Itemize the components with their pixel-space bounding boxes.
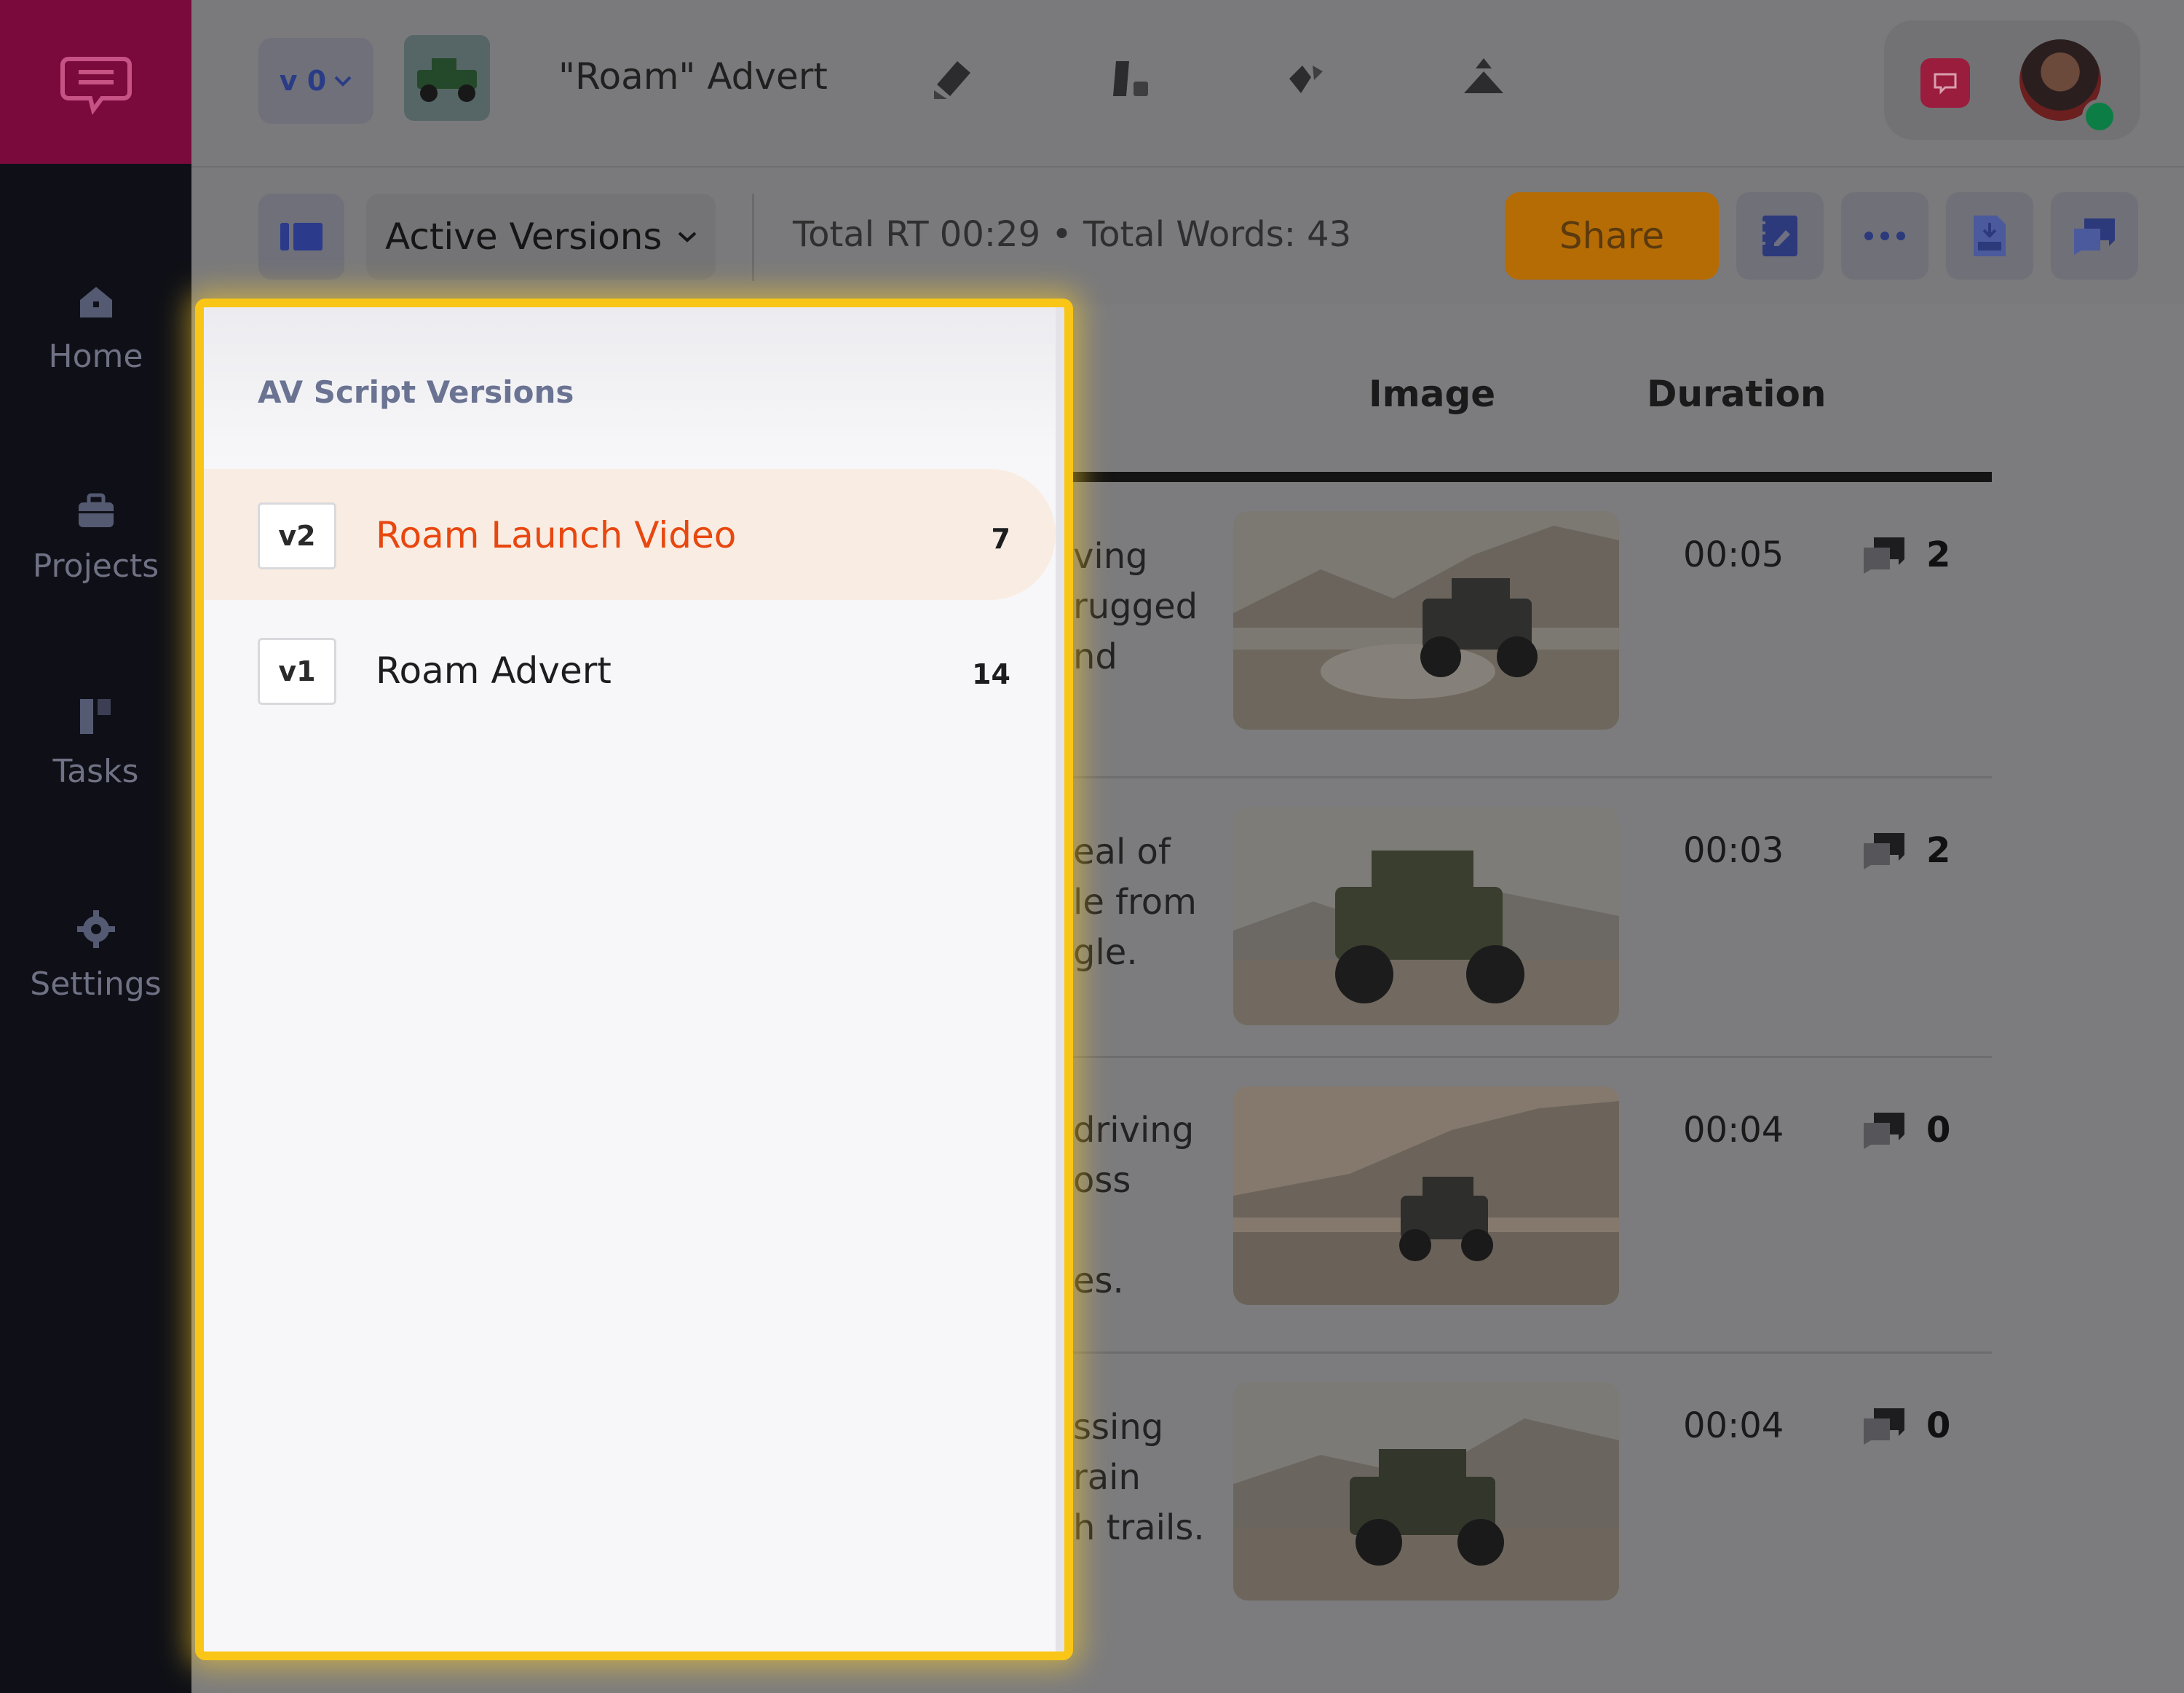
sidebar-item-label: Settings [30, 966, 162, 1003]
comment-count: 0 [1926, 1405, 1951, 1446]
sidebar-panel-icon [280, 223, 323, 250]
sidebar-item-label: Projects [32, 548, 159, 585]
truck-storyboard-image [1233, 1382, 1619, 1601]
comments-icon [1864, 833, 1904, 869]
triangle-icon[interactable] [1457, 51, 1511, 105]
row-duration: 00:03 [1683, 830, 1784, 871]
toolbar-divider [752, 194, 754, 281]
version-selector-button[interactable]: v 0 [258, 38, 373, 124]
truck-storyboard-image [1233, 1086, 1619, 1305]
active-versions-dropdown[interactable]: Active Versions [366, 194, 716, 280]
online-status-indicator [2082, 99, 2117, 134]
version-count: 14 [972, 658, 1010, 690]
column-header-duration: Duration [1647, 373, 1827, 415]
sidebar-item-home[interactable]: Home [0, 280, 191, 375]
column-header-image: Image [1369, 373, 1496, 415]
notebook-edit-icon [1760, 216, 1797, 256]
version-name: Roam Advert [376, 650, 612, 692]
more-options-button[interactable] [1841, 192, 1928, 280]
gear-icon [76, 910, 115, 948]
row-duration: 00:04 [1683, 1110, 1784, 1151]
truck-storyboard-image [1233, 807, 1619, 1025]
shapes-icon[interactable] [1104, 51, 1158, 105]
comments-button[interactable] [2051, 192, 2138, 280]
versions-panel-toggle[interactable] [258, 194, 344, 280]
table-header-rule [1070, 472, 1992, 482]
storyboard-image[interactable] [1233, 1086, 1619, 1305]
row-divider [1070, 776, 1992, 778]
export-pdf-button[interactable] [1946, 192, 2033, 280]
document-title: "Roam" Advert [558, 55, 828, 98]
comments-icon [1864, 1408, 1904, 1445]
row-narration-text: ssing rain h trails. [1073, 1407, 1205, 1548]
comment-count: 2 [1926, 830, 1951, 871]
tasks-icon [79, 699, 111, 734]
home-icon [79, 287, 112, 317]
version-badge: v2 [258, 502, 336, 569]
row-duration: 00:05 [1683, 534, 1784, 575]
row-comments[interactable]: 2 [1861, 534, 1950, 575]
row-duration: 00:04 [1683, 1405, 1784, 1446]
diamond-icon[interactable] [1281, 51, 1334, 105]
pen-icon[interactable] [927, 51, 981, 105]
version-item-v2[interactable]: v2 Roam Launch Video 7 [204, 469, 1056, 600]
share-button[interactable]: Share [1505, 192, 1719, 280]
panel-scrollbar[interactable] [1056, 307, 1064, 1651]
truck-thumbnail-image [404, 35, 490, 121]
sidebar-item-label: Home [48, 338, 143, 375]
chat-button[interactable] [1920, 58, 1970, 108]
pdf-download-icon [1974, 216, 2006, 256]
sidebar: Home Projects Tasks Settings [0, 0, 191, 1693]
notes-button[interactable] [1736, 192, 1824, 280]
version-item-v1[interactable]: v1 Roam Advert 14 [204, 604, 1056, 735]
row-comments[interactable]: 0 [1861, 1405, 1950, 1446]
chevron-down-icon [334, 76, 352, 87]
chat-icon [1934, 73, 1957, 95]
comment-count: 0 [1926, 1110, 1951, 1151]
row-narration-text: eal of le from gle. [1073, 832, 1197, 973]
version-badge: v1 [258, 638, 336, 705]
row-comments[interactable]: 0 [1861, 1110, 1950, 1151]
chat-logo-icon [60, 56, 132, 115]
briefcase-icon [78, 493, 114, 527]
row-divider [1070, 1056, 1992, 1058]
sidebar-item-projects[interactable]: Projects [0, 489, 191, 585]
sidebar-item-label: Tasks [52, 753, 139, 790]
row-narration-text: ving rugged nd [1073, 536, 1198, 677]
row-divider [1070, 1351, 1992, 1354]
storyboard-image[interactable] [1233, 807, 1619, 1025]
app-logo[interactable] [0, 0, 191, 164]
comments-icon [1864, 1113, 1904, 1149]
header-user-area [1884, 20, 2140, 140]
sidebar-item-settings[interactable]: Settings [0, 907, 191, 1003]
comments-icon [1864, 537, 1904, 574]
storyboard-image[interactable] [1233, 1382, 1619, 1601]
panel-title: AV Script Versions [258, 374, 574, 410]
sidebar-item-tasks[interactable]: Tasks [0, 695, 191, 790]
comments-icon [2074, 218, 2115, 255]
chevron-down-icon [678, 232, 697, 242]
active-versions-label: Active Versions [385, 216, 662, 258]
av-script-versions-panel: AV Script Versions v2 Roam Launch Video … [195, 299, 1073, 1660]
storyboard-image[interactable] [1233, 511, 1619, 730]
script-totals: Total RT 00:29 • Total Words: 43 [793, 214, 1352, 255]
version-label: v 0 [279, 65, 327, 97]
row-narration-text: driving oss es. [1073, 1110, 1195, 1301]
row-comments[interactable]: 2 [1861, 830, 1950, 871]
script-toolbar: Active Versions Total RT 00:29 • Total W… [191, 167, 2184, 304]
truck-storyboard-image [1233, 511, 1619, 730]
project-thumbnail[interactable] [404, 35, 490, 121]
comment-count: 2 [1926, 534, 1951, 575]
version-count: 7 [991, 523, 1010, 555]
more-dots-icon [1864, 232, 1905, 240]
version-name: Roam Launch Video [376, 514, 737, 556]
top-header: v 0 "Roam" Advert [191, 0, 2184, 167]
